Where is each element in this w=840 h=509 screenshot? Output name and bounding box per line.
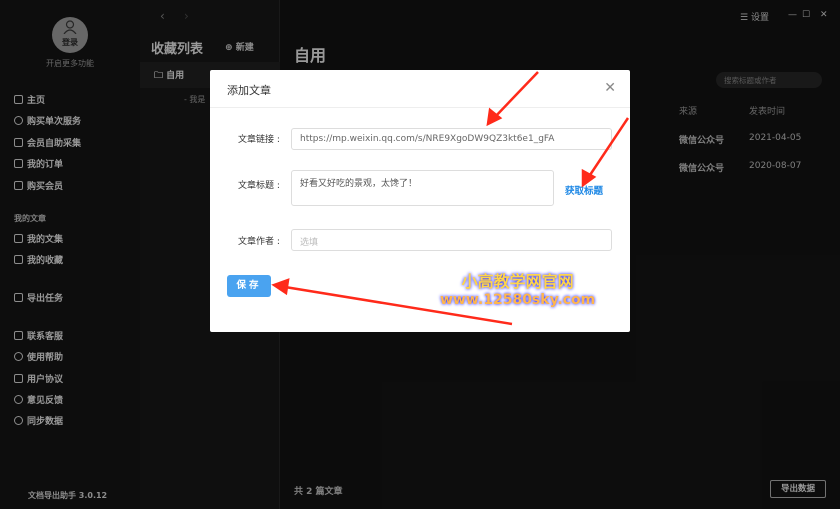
annotation-arrows [271, 71, 630, 326]
arrow-to-fetch [586, 117, 630, 179]
arrow-to-link [493, 71, 539, 119]
arrow-to-save [284, 285, 513, 326]
